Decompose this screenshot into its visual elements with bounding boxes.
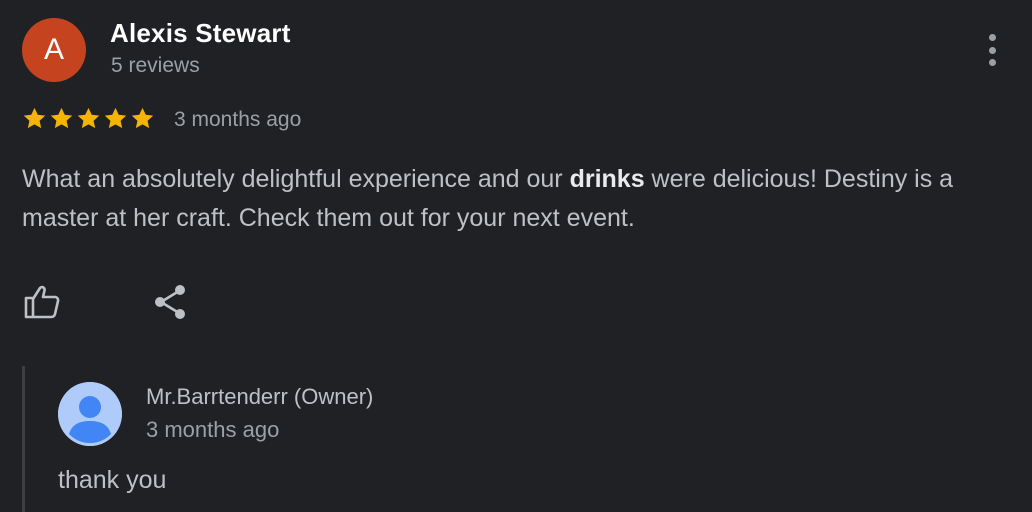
owner-name: Mr.Barrtenderr (Owner) — [146, 384, 374, 409]
review-time: 3 months ago — [174, 108, 302, 131]
star-icon — [77, 107, 100, 129]
star-rating — [22, 106, 155, 131]
more-vert-icon-dot — [988, 46, 996, 54]
star-icon — [104, 107, 127, 129]
review-text: What an absolutely delightful experience… — [22, 160, 1012, 238]
star-icon — [50, 107, 73, 129]
like-button[interactable] — [22, 282, 62, 322]
review-text-part1: What an absolutely delightful experience… — [22, 165, 570, 193]
owner-avatar — [58, 382, 122, 446]
owner-reply-time: 3 months ago — [146, 417, 280, 442]
reviewer-avatar[interactable]: A — [22, 18, 86, 82]
star-icon — [23, 107, 46, 129]
review-count[interactable]: 5 reviews — [111, 54, 200, 78]
reviewer-name[interactable]: Alexis Stewart — [110, 18, 291, 49]
avatar-initial: A — [43, 33, 64, 66]
share-button[interactable] — [151, 282, 191, 322]
thumb-up-icon — [24, 285, 60, 319]
more-vert-icon — [988, 34, 996, 41]
person-icon — [58, 382, 122, 446]
star-icon — [131, 107, 154, 129]
share-icon — [155, 285, 185, 319]
more-vert-icon-dot — [988, 59, 996, 66]
review-text-highlight: drinks — [569, 165, 645, 193]
owner-reply-text: thank you — [58, 466, 167, 494]
reply-divider — [22, 366, 25, 512]
more-options-button[interactable] — [976, 28, 1008, 72]
